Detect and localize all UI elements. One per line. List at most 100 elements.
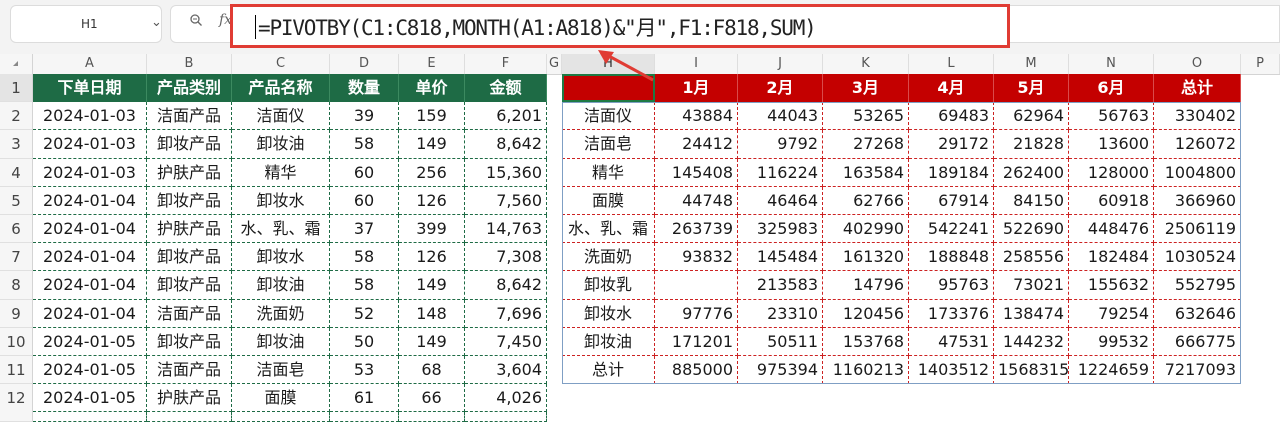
source-header-cell[interactable]: 单价 [399, 74, 465, 103]
source-cell[interactable]: 37 [330, 215, 399, 244]
source-cell[interactable]: 6,201 [465, 102, 547, 131]
column-header-A[interactable]: A [33, 54, 147, 74]
source-cell[interactable]: 60 [330, 158, 399, 187]
source-cell[interactable]: 卸妆产品 [147, 130, 232, 159]
formula-text[interactable]: =PIVOTBY(C1:C818,MONTH(A1:A818)&"月",F1:F… [255, 12, 817, 42]
column-header-H[interactable]: H [562, 54, 655, 74]
source-cell-partial[interactable] [330, 412, 399, 422]
source-cell[interactable]: 149 [399, 130, 465, 159]
source-cell[interactable]: 256 [399, 158, 465, 187]
pivot-cell[interactable]: 258556 [994, 243, 1069, 272]
pivot-cell[interactable]: 145484 [738, 243, 823, 272]
pivot-row-label[interactable]: 洁面皂 [562, 130, 655, 159]
pivot-header-cell[interactable]: 2月 [738, 74, 823, 103]
column-header-C[interactable]: C [232, 54, 330, 74]
pivot-cell[interactable]: 1004800 [1154, 158, 1241, 187]
source-cell[interactable]: 2024-01-05 [33, 384, 147, 413]
pivot-cell[interactable]: 97776 [655, 299, 738, 328]
column-header-P[interactable]: P [1241, 54, 1280, 74]
source-cell[interactable]: 149 [399, 327, 465, 356]
pivot-row-label[interactable]: 洗面奶 [562, 243, 655, 272]
source-cell[interactable]: 58 [330, 271, 399, 300]
pivot-cell[interactable]: 161320 [823, 243, 909, 272]
source-cell[interactable]: 卸妆油 [232, 271, 330, 300]
source-cell[interactable]: 洁面产品 [147, 102, 232, 131]
source-cell[interactable]: 洗面奶 [232, 299, 330, 328]
column-header-F[interactable]: F [465, 54, 547, 74]
pivot-cell[interactable]: 73021 [994, 271, 1069, 300]
column-header-K[interactable]: K [823, 54, 909, 74]
source-cell[interactable]: 159 [399, 102, 465, 131]
pivot-cell[interactable]: 975394 [738, 356, 823, 385]
pivot-cell[interactable]: 62964 [994, 102, 1069, 131]
source-cell[interactable]: 卸妆水 [232, 243, 330, 272]
pivot-cell[interactable]: 552795 [1154, 271, 1241, 300]
row-header-12[interactable]: 12 [0, 384, 33, 422]
pivot-cell[interactable]: 885000 [655, 356, 738, 385]
source-cell[interactable]: 卸妆产品 [147, 186, 232, 215]
row-header-5[interactable]: 5 [0, 186, 33, 215]
row-header-2[interactable]: 2 [0, 102, 33, 131]
pivot-cell[interactable]: 666775 [1154, 327, 1241, 356]
pivot-header-cell[interactable]: 3月 [823, 74, 909, 103]
source-cell[interactable]: 15,360 [465, 158, 547, 187]
pivot-cell[interactable]: 93832 [655, 243, 738, 272]
pivot-cell[interactable]: 1403512 [909, 356, 994, 385]
pivot-cell[interactable]: 153768 [823, 327, 909, 356]
pivot-cell[interactable]: 116224 [738, 158, 823, 187]
source-cell[interactable]: 60 [330, 186, 399, 215]
pivot-cell[interactable]: 60918 [1069, 186, 1154, 215]
row-header-9[interactable]: 9 [0, 299, 33, 328]
pivot-cell[interactable]: 1224659 [1069, 356, 1154, 385]
pivot-cell[interactable]: 542241 [909, 215, 994, 244]
pivot-cell[interactable]: 325983 [738, 215, 823, 244]
pivot-header-cell[interactable]: 6月 [1069, 74, 1154, 103]
pivot-cell[interactable]: 171201 [655, 327, 738, 356]
column-header-O[interactable]: O [1154, 54, 1241, 74]
pivot-cell[interactable]: 23310 [738, 299, 823, 328]
source-cell[interactable]: 护肤产品 [147, 215, 232, 244]
pivot-cell[interactable]: 44748 [655, 186, 738, 215]
source-header-cell[interactable]: 产品类别 [147, 74, 232, 103]
pivot-cell[interactable]: 144232 [994, 327, 1069, 356]
pivot-cell[interactable]: 128000 [1069, 158, 1154, 187]
source-cell[interactable]: 2024-01-03 [33, 130, 147, 159]
source-cell[interactable]: 护肤产品 [147, 158, 232, 187]
source-cell[interactable]: 卸妆产品 [147, 243, 232, 272]
source-cell[interactable]: 卸妆水 [232, 186, 330, 215]
pivot-cell[interactable]: 138474 [994, 299, 1069, 328]
row-header-1[interactable]: 1 [0, 74, 33, 103]
pivot-cell[interactable]: 632646 [1154, 299, 1241, 328]
pivot-cell[interactable]: 7217093 [1154, 356, 1241, 385]
source-cell[interactable]: 卸妆产品 [147, 271, 232, 300]
source-cell[interactable]: 68 [399, 356, 465, 385]
pivot-cell[interactable]: 366960 [1154, 186, 1241, 215]
column-header-L[interactable]: L [909, 54, 994, 74]
pivot-cell[interactable]: 145408 [655, 158, 738, 187]
pivot-cell[interactable]: 188848 [909, 243, 994, 272]
pivot-row-label[interactable]: 总计 [562, 356, 655, 385]
column-header-N[interactable]: N [1069, 54, 1154, 74]
source-cell[interactable]: 53 [330, 356, 399, 385]
source-cell[interactable]: 护肤产品 [147, 384, 232, 413]
source-cell[interactable]: 卸妆产品 [147, 327, 232, 356]
pivot-cell[interactable]: 95763 [909, 271, 994, 300]
pivot-cell[interactable]: 47531 [909, 327, 994, 356]
source-cell[interactable]: 126 [399, 243, 465, 272]
source-cell[interactable]: 39 [330, 102, 399, 131]
zoom-icon[interactable] [190, 14, 202, 26]
column-header-J[interactable]: J [738, 54, 823, 74]
pivot-cell[interactable]: 14796 [823, 271, 909, 300]
pivot-row-label[interactable]: 水、乳、霜 [562, 215, 655, 244]
source-cell-partial[interactable] [33, 412, 147, 422]
pivot-cell[interactable]: 62766 [823, 186, 909, 215]
row-header-11[interactable]: 11 [0, 356, 33, 385]
source-cell-partial[interactable] [232, 412, 330, 422]
source-cell[interactable]: 58 [330, 243, 399, 272]
source-cell[interactable]: 卸妆油 [232, 327, 330, 356]
pivot-cell[interactable]: 27268 [823, 130, 909, 159]
source-cell[interactable]: 52 [330, 299, 399, 328]
pivot-cell[interactable]: 43884 [655, 102, 738, 131]
pivot-header-cell[interactable] [562, 74, 655, 103]
pivot-row-label[interactable]: 面膜 [562, 186, 655, 215]
